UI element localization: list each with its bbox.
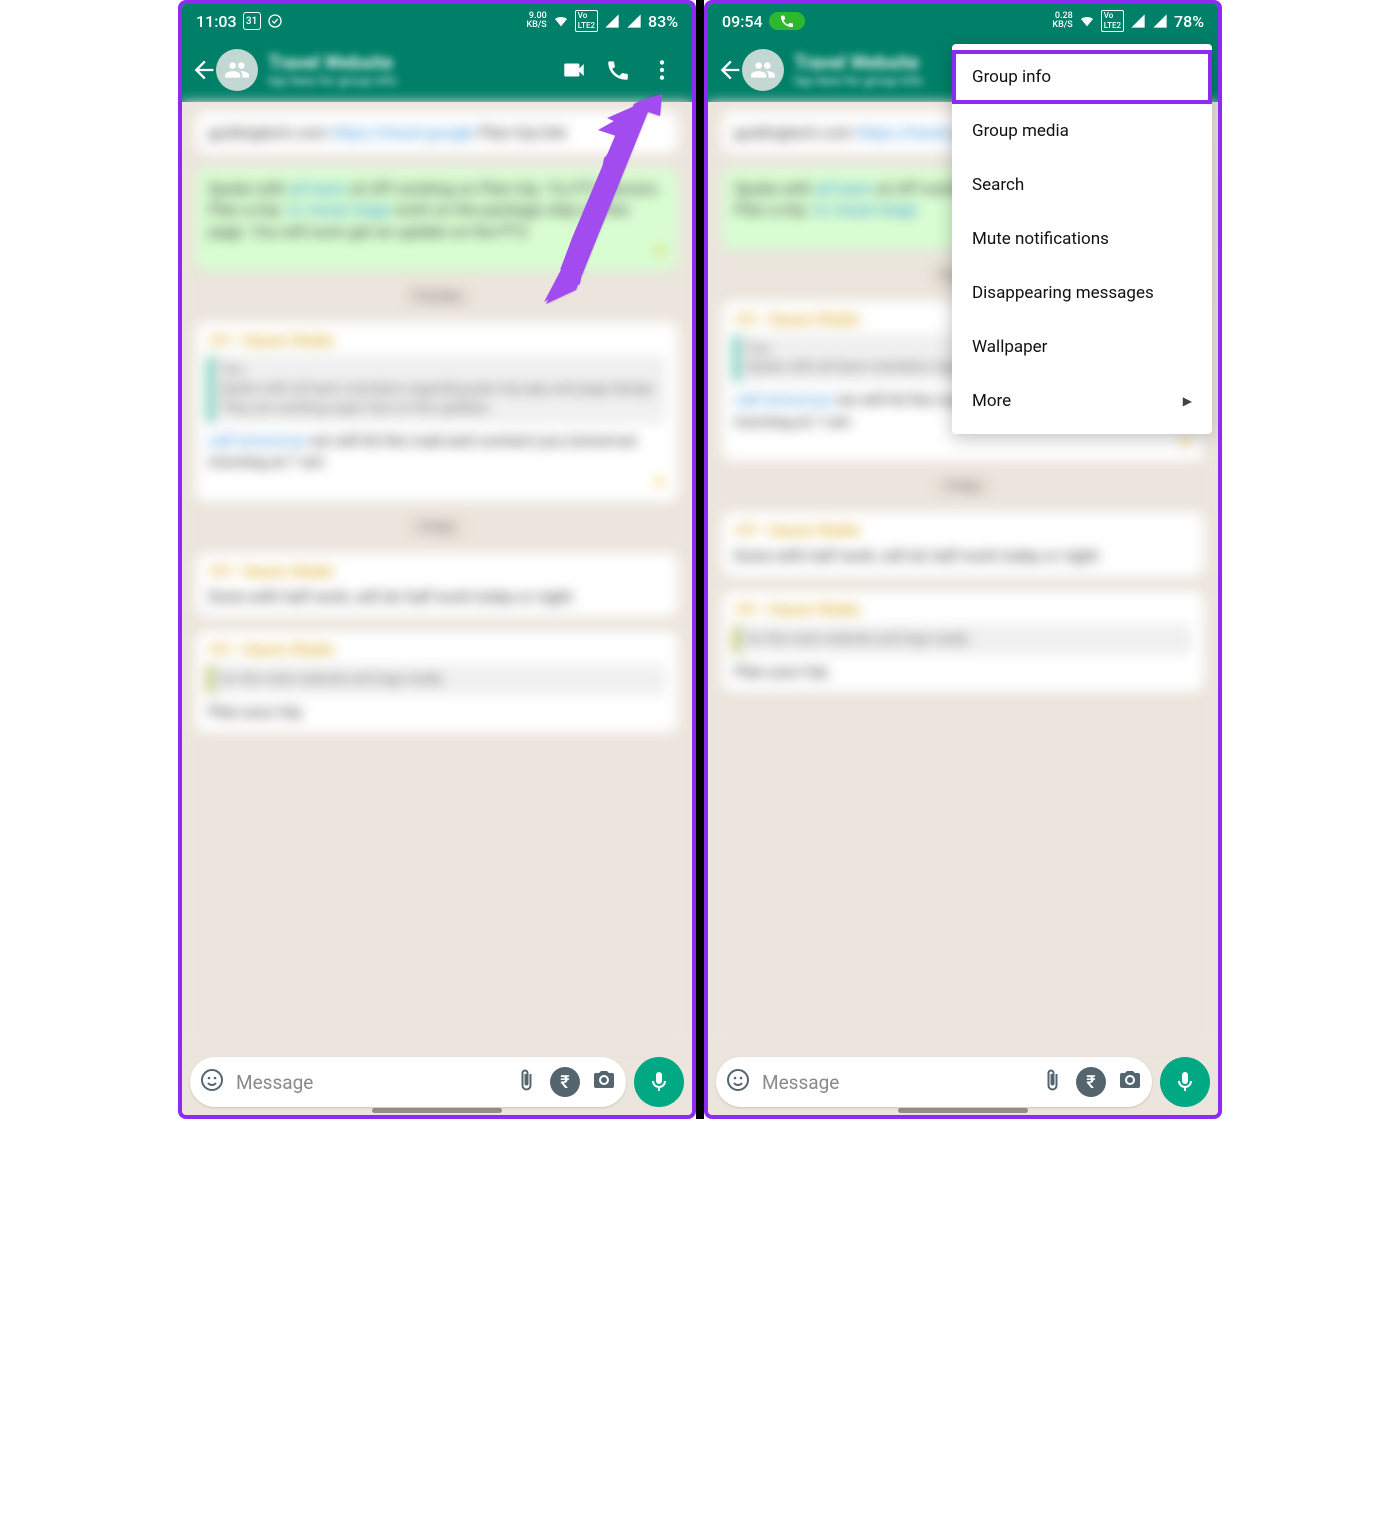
chat-title-block[interactable]: Travel Website tap here for group info (268, 51, 552, 89)
status-bar: 09:54 0.28KB/S VoLTE2 78% (708, 4, 1218, 38)
message-in: +91 • Gaurav Shuklafor the main website … (196, 631, 678, 732)
signal-icon-2 (626, 13, 642, 29)
chat-title: Travel Website (268, 51, 552, 74)
signal-icon-1 (1130, 13, 1146, 29)
message-placeholder: Message (762, 1071, 1028, 1094)
chat-body[interactable]: guidingtech.com https://travel.google Pl… (182, 102, 692, 1045)
ongoing-call-pill[interactable] (769, 12, 805, 30)
lte-badge: VoLTE2 (1101, 10, 1124, 32)
menu-disappearing-messages[interactable]: Disappearing messages (952, 266, 1212, 320)
calendar-icon: 31 (243, 12, 261, 30)
mic-button[interactable] (634, 1057, 684, 1107)
status-time: 09:54 (722, 12, 763, 31)
message-in: +91 • Gaurav Shuklafor the main website … (722, 591, 1204, 692)
camera-icon (1118, 1068, 1142, 1092)
menu-group-media[interactable]: Group media (952, 104, 1212, 158)
payment-button[interactable]: ₹ (1076, 1067, 1106, 1097)
voice-call-button[interactable] (596, 57, 640, 83)
message-out: Spoke with all team at UPI working on Pl… (196, 168, 678, 272)
payment-button[interactable]: ₹ (550, 1067, 580, 1097)
left-screenshot: 11:03 31 9.00KB/S VoLTE2 83% Travel Webs… (178, 0, 696, 1119)
group-icon (750, 57, 776, 83)
menu-mute-notifications[interactable]: Mute notifications (952, 212, 1212, 266)
chevron-right-icon: ▶ (1183, 394, 1192, 408)
back-button[interactable] (190, 56, 218, 84)
mic-icon (1173, 1070, 1197, 1094)
input-bar: Message ₹ (190, 1057, 684, 1107)
menu-wallpaper[interactable]: Wallpaper (952, 320, 1212, 374)
input-bar: Message ₹ (716, 1057, 1210, 1107)
phone-icon (779, 13, 795, 29)
menu-more[interactable]: More ▶ (952, 374, 1212, 428)
date-chip: Friday (407, 516, 466, 539)
arrow-left-icon (716, 56, 744, 84)
status-bar: 11:03 31 9.00KB/S VoLTE2 83% (182, 4, 692, 38)
status-time: 11:03 (196, 12, 237, 31)
date-chip: Friday (933, 475, 992, 498)
video-icon (561, 57, 587, 83)
back-button[interactable] (716, 56, 744, 84)
menu-search[interactable]: Search (952, 158, 1212, 212)
mic-button[interactable] (1160, 1057, 1210, 1107)
message-input-box[interactable]: Message ₹ (716, 1057, 1152, 1107)
video-call-button[interactable] (552, 57, 596, 83)
emoji-button[interactable] (200, 1068, 224, 1096)
attach-button[interactable] (1040, 1068, 1064, 1096)
message-placeholder: Message (236, 1071, 502, 1094)
wifi-icon (553, 13, 569, 29)
more-vert-icon (649, 57, 675, 83)
message-input-box[interactable]: Message ₹ (190, 1057, 626, 1107)
menu-more-label: More (972, 391, 1011, 411)
more-options-button[interactable] (640, 57, 684, 83)
nav-handle (898, 1108, 1028, 1113)
group-icon (224, 57, 250, 83)
paperclip-icon (514, 1068, 538, 1092)
camera-icon (592, 1068, 616, 1092)
wifi-icon (1079, 13, 1095, 29)
attach-button[interactable] (514, 1068, 538, 1096)
mic-icon (647, 1070, 671, 1094)
overflow-menu: Group info Group media Search Mute notif… (952, 44, 1212, 434)
lte-badge: VoLTE2 (575, 10, 598, 32)
date-chip: Tuesday (401, 285, 473, 308)
message-in: +91 • Gaurav ShuklaDone with half work, … (196, 553, 678, 617)
group-avatar[interactable] (742, 49, 784, 91)
signal-icon-1 (604, 13, 620, 29)
app-bar: Travel Website tap here for group info (182, 38, 692, 102)
emoji-icon (200, 1068, 224, 1092)
message-in: guidingtech.com https://travel.google Pl… (196, 112, 678, 154)
data-rate: 9.00KB/S (526, 12, 546, 30)
arrow-left-icon (190, 56, 218, 84)
paperclip-icon (1040, 1068, 1064, 1092)
battery-text: 83% (648, 12, 678, 31)
data-rate: 0.28KB/S (1052, 12, 1072, 30)
phone-icon (605, 57, 631, 83)
right-screenshot: 09:54 0.28KB/S VoLTE2 78% Travel Website… (704, 0, 1222, 1119)
message-in: +91 • Gaurav ShuklaDone with half work, … (722, 512, 1204, 576)
checkmark-icon (267, 13, 283, 29)
message-in: +91 • Gaurav ShuklaYouSpoke with all tea… (196, 322, 678, 502)
group-avatar[interactable] (216, 49, 258, 91)
camera-button[interactable] (592, 1068, 616, 1096)
menu-group-info[interactable]: Group info (952, 50, 1212, 104)
emoji-button[interactable] (726, 1068, 750, 1096)
chat-subtitle: tap here for group info (268, 74, 552, 89)
emoji-icon (726, 1068, 750, 1092)
battery-text: 78% (1174, 12, 1204, 31)
camera-button[interactable] (1118, 1068, 1142, 1096)
nav-handle (372, 1108, 502, 1113)
signal-icon-2 (1152, 13, 1168, 29)
